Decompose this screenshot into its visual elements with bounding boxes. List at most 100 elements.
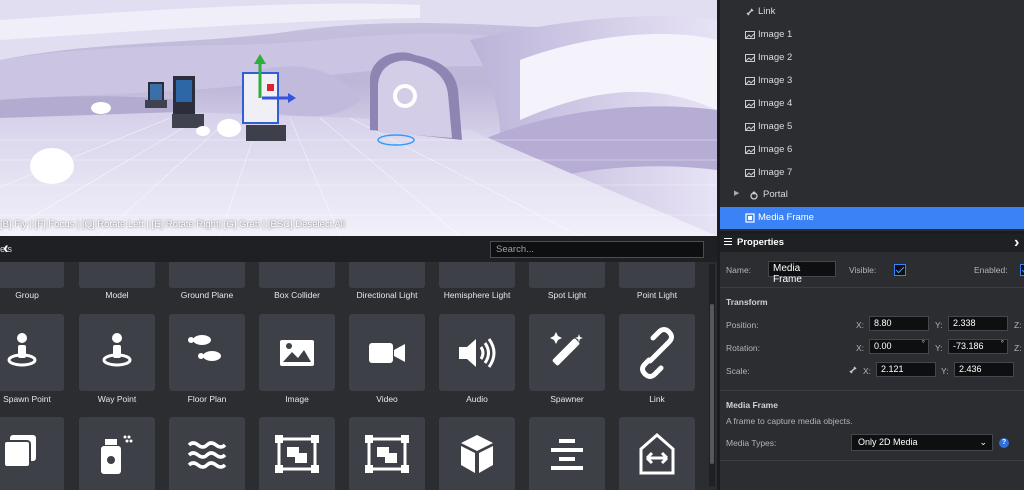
asset-tile-audio[interactable]: [439, 314, 515, 391]
assets-panel: ets ‹ Search... ets ‹ Search... Group Mo…: [0, 236, 717, 490]
rotation-label: Rotation:: [726, 343, 761, 353]
hierarchy-item-label: Image 2: [758, 52, 793, 63]
position-y-label: Y:: [935, 320, 943, 330]
name-label: Name:: [726, 265, 752, 275]
asset-tile-video[interactable]: [349, 314, 425, 391]
cube-icon: [461, 435, 493, 473]
hierarchy-item-image-3[interactable]: Image 3: [720, 70, 1024, 92]
asset-tile-spray[interactable]: [79, 417, 155, 490]
asset-label: Point Light: [636, 290, 678, 300]
asset-label: Directional Light: [356, 290, 418, 300]
search-input[interactable]: Search...: [490, 241, 704, 258]
properties-header: Properties ›: [720, 234, 1024, 252]
help-icon[interactable]: ?: [999, 438, 1009, 448]
media-frame-icon: [745, 213, 755, 223]
position-label: Position:: [726, 320, 759, 330]
scrollbar[interactable]: [709, 264, 715, 486]
scene-viewport[interactable]: [B] Fly | [F] Focus | [Q] Rotate Left | …: [0, 0, 717, 236]
asset-tile-media-frame[interactable]: [259, 417, 335, 490]
spawn-point-icon: [7, 333, 37, 367]
hierarchy-item-label: Image 7: [758, 167, 793, 178]
asset-tile-spawner[interactable]: [529, 314, 605, 391]
scale-x-label: X:: [863, 366, 872, 376]
portal-icon: [750, 191, 758, 200]
image-icon: [280, 340, 314, 366]
hierarchy-item-label: Image 1: [758, 29, 793, 40]
asset-tile-cube[interactable]: [439, 417, 515, 490]
editor-root: [B] Fly | [F] Focus | [Q] Rotate Left | …: [0, 0, 1024, 490]
hierarchy-item-image-5[interactable]: Image 5: [720, 116, 1024, 138]
expand-arrow-icon[interactable]: ▶: [734, 189, 739, 197]
media-types-value: Only 2D Media: [858, 437, 918, 447]
hierarchy-item-label: Image 5: [758, 121, 793, 132]
divider: [720, 390, 1024, 391]
hierarchy-item-image-4[interactable]: Image 4: [720, 93, 1024, 115]
image-icon: [745, 146, 755, 154]
way-point-icon: [102, 333, 132, 367]
scale-label: Scale:: [726, 366, 750, 376]
water-icon: [187, 441, 227, 469]
media-frame-heading: Media Frame: [726, 400, 778, 410]
asset-tile-text[interactable]: [529, 417, 605, 490]
asset-label: Group: [15, 290, 39, 300]
properties-panel: Properties › Name: Media Frame Visible: …: [720, 234, 1024, 490]
position-z-label: Z:: [1014, 320, 1022, 330]
asset-tile-image[interactable]: [259, 314, 335, 391]
asset-label: Link: [649, 394, 665, 404]
audio-icon: [459, 338, 496, 368]
asset-label: Box Collider: [274, 290, 320, 300]
asset-tile-link[interactable]: [619, 314, 695, 391]
name-input[interactable]: Media Frame: [768, 261, 836, 285]
align-center-icon: [551, 439, 583, 470]
asset-tile-water[interactable]: [169, 417, 245, 490]
image-icon: [745, 77, 755, 85]
link-icon: [746, 8, 754, 16]
hierarchy-item-media-frame[interactable]: Media Frame: [720, 207, 1024, 229]
scale-y-label: Y:: [941, 366, 949, 376]
hierarchy-item-image-2[interactable]: Image 2: [720, 47, 1024, 69]
spray-bottle-icon: [101, 435, 133, 474]
chevron-down-icon: ⌄: [979, 437, 987, 447]
image-icon: [745, 123, 755, 131]
hierarchy-item-image-6[interactable]: Image 6: [720, 139, 1024, 161]
properties-title: Properties: [737, 237, 784, 248]
asset-tile-floor-plan[interactable]: [169, 314, 245, 391]
media-types-select[interactable]: Only 2D Media ⌄: [851, 434, 993, 451]
visible-label: Visible:: [849, 265, 877, 275]
hierarchy-item-image-7[interactable]: Image 7: [720, 162, 1024, 184]
divider: [720, 460, 1024, 461]
scrollbar-thumb[interactable]: [710, 304, 714, 464]
scale-y-input[interactable]: 2.436: [954, 362, 1014, 377]
hierarchy-item-link[interactable]: Link: [720, 1, 1024, 23]
asset-tile-media-frame-2[interactable]: [349, 417, 425, 490]
link-icon[interactable]: [848, 365, 858, 375]
asset-tile-portal[interactable]: [619, 417, 695, 490]
asset-label: Spot Light: [547, 290, 587, 300]
position-x-input[interactable]: 8.80: [869, 316, 929, 331]
asset-label: Way Point: [97, 394, 137, 404]
rotation-y-label: Y:: [935, 343, 943, 353]
image-icon: [745, 100, 755, 108]
hierarchy-item-portal[interactable]: ▶ Portal: [720, 184, 1024, 206]
degree-symbol: °: [1000, 339, 1004, 348]
chevron-right-icon[interactable]: ›: [1014, 234, 1019, 252]
rotation-y-input[interactable]: -73.186 °: [948, 339, 1008, 354]
chevron-left-icon[interactable]: ‹: [3, 238, 9, 258]
rotation-x-input[interactable]: 0.00 °: [869, 339, 929, 354]
position-x-label: X:: [856, 320, 865, 330]
divider: [720, 287, 1024, 288]
asset-tile-way-point[interactable]: [79, 314, 155, 391]
link-icon: [640, 327, 674, 379]
position-y-input[interactable]: 2.338: [948, 316, 1008, 331]
asset-label: Ground Plane: [180, 290, 234, 300]
asset-tile-spawn-point[interactable]: [0, 314, 64, 391]
scale-x-input[interactable]: 2.121: [876, 362, 936, 377]
enabled-checkbox[interactable]: [1020, 264, 1024, 276]
magic-wand-icon: [550, 332, 583, 366]
video-icon: [369, 343, 405, 363]
visible-checkbox[interactable]: [894, 264, 906, 276]
hierarchy-item-image-1[interactable]: Image 1: [720, 24, 1024, 46]
menu-icon[interactable]: [724, 238, 732, 245]
asset-tile-layers[interactable]: [0, 417, 64, 490]
layers-icon: [3, 435, 36, 468]
